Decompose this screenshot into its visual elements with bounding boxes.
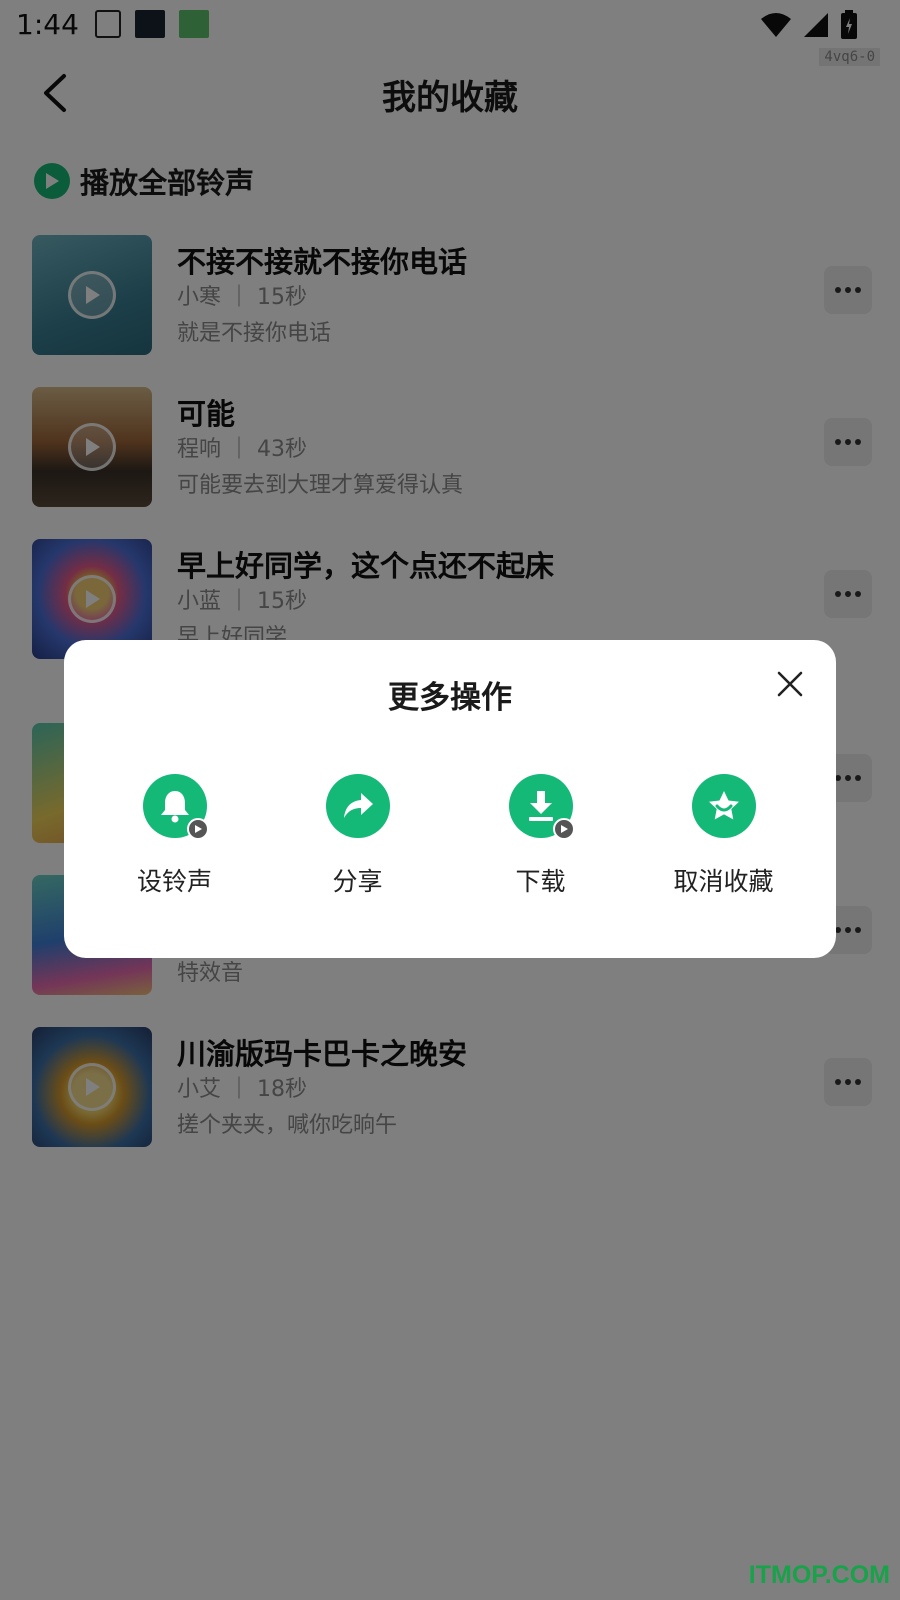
- more-actions-dialog: 更多操作 设铃声 分享 下载 取消收藏: [64, 640, 836, 958]
- close-icon[interactable]: [774, 668, 806, 700]
- unfavorite-button[interactable]: 取消收藏: [632, 774, 815, 898]
- set-ringtone-button[interactable]: 设铃声: [83, 774, 266, 898]
- star-badge-icon: [691, 774, 756, 838]
- download-icon: [508, 774, 575, 840]
- dialog-title: 更多操作: [388, 680, 512, 716]
- share-button[interactable]: 分享: [266, 774, 449, 898]
- action-row: 设铃声 分享 下载 取消收藏: [64, 774, 836, 898]
- action-label: 分享: [332, 867, 383, 896]
- download-button[interactable]: 下载: [449, 774, 632, 898]
- play-badge-icon: [186, 818, 209, 840]
- play-badge-icon: [552, 818, 575, 840]
- bell-icon: [142, 774, 209, 840]
- action-label: 设铃声: [136, 867, 212, 896]
- action-label: 下载: [515, 867, 566, 896]
- action-label: 取消收藏: [673, 867, 774, 896]
- watermark: ITMOP.COM: [748, 1561, 890, 1589]
- share-arrow-icon: [325, 774, 390, 838]
